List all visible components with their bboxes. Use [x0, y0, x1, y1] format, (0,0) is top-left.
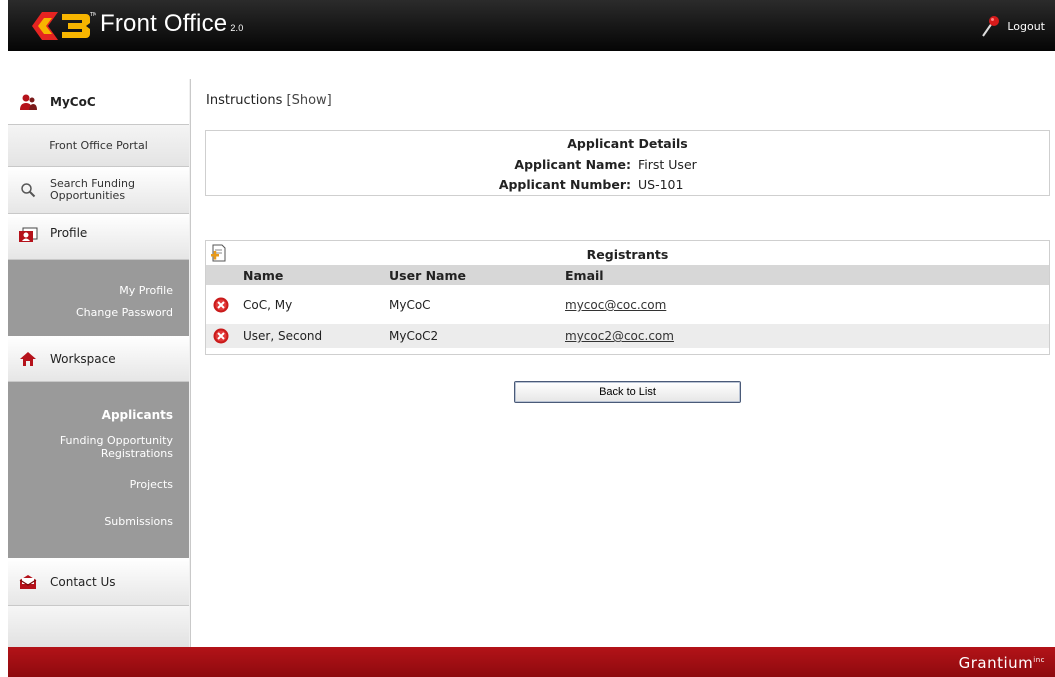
sidebar-link-applicants[interactable]: Applicants [8, 408, 189, 422]
applicant-name-label: Applicant Name: [514, 157, 631, 172]
applicant-details-title: Applicant Details [567, 136, 688, 151]
column-header-name[interactable]: Name [243, 268, 283, 283]
home-icon [18, 349, 38, 369]
grantium-logo: Grantiuminc [958, 654, 1045, 672]
sidebar-item-label: Profile [50, 226, 88, 240]
instructions-bar: Instructions [Show] [206, 93, 332, 108]
delete-icon[interactable] [213, 328, 229, 344]
sidebar-item-label: Search Funding Opportunities [50, 177, 135, 202]
g3-logo-icon: TM [32, 12, 96, 40]
users-icon [18, 92, 38, 112]
sidebar: MyCoC Front Office Portal Search Funding… [8, 79, 191, 647]
sidebar-item-mycoc[interactable]: MyCoC [8, 79, 189, 125]
table-row: CoC, My MyCoC mycoc@coc.com [206, 293, 1049, 317]
sidebar-link-projects[interactable]: Projects [8, 478, 189, 491]
column-header-username[interactable]: User Name [389, 268, 466, 283]
sidebar-item-workspace[interactable]: Workspace [8, 336, 189, 382]
logout-link[interactable]: Logout [979, 14, 1045, 38]
table-row: User, Second MyCoC2 mycoc2@coc.com [206, 324, 1049, 348]
delete-icon[interactable] [213, 297, 229, 313]
search-icon [18, 180, 38, 200]
workspace-submenu: Applicants Funding Opportunity Registrati… [8, 382, 189, 558]
logout-pin-icon [982, 16, 1000, 37]
logout-label: Logout [1007, 19, 1045, 33]
sidebar-item-search-funding[interactable]: Search Funding Opportunities [8, 167, 189, 214]
sidebar-link-my-profile[interactable]: My Profile [8, 284, 189, 297]
registrants-panel: Registrants Name User Name Email CoC, My… [205, 240, 1050, 355]
sidebar-link-submissions[interactable]: Submissions [8, 515, 189, 528]
profile-submenu: My Profile Change Password [8, 260, 189, 336]
sidebar-item-label: Workspace [50, 351, 116, 366]
cell-email-link[interactable]: mycoc2@coc.com [565, 329, 674, 343]
header-spacer [8, 51, 1055, 79]
sidebar-item-contact-us[interactable]: Contact Us [8, 558, 189, 606]
footer-bar: Grantiuminc [8, 647, 1055, 677]
registrants-table-header: Name User Name Email [206, 265, 1049, 285]
instructions-label: Instructions [206, 93, 283, 108]
sidebar-item-profile[interactable]: Profile [8, 214, 189, 260]
sidebar-item-label: Front Office Portal [49, 139, 148, 152]
sidebar-item-label: Contact Us [50, 574, 116, 589]
column-header-email[interactable]: Email [565, 268, 604, 283]
app-version: 2.0 [230, 23, 244, 33]
envelope-icon [18, 572, 38, 592]
instructions-show-toggle[interactable]: [Show] [287, 93, 332, 108]
cell-username: MyCoC [389, 298, 431, 312]
back-to-list-button[interactable]: Back to List [514, 381, 741, 403]
profile-card-icon [18, 226, 38, 246]
cell-email-link[interactable]: mycoc@coc.com [565, 298, 666, 312]
applicant-number-label: Applicant Number: [498, 177, 631, 192]
registrants-title: Registrants [586, 247, 669, 262]
sidebar-item-label: MyCoC [50, 94, 96, 109]
top-header: TM Front Office 2.0 Logout [8, 0, 1055, 51]
sidebar-item-front-office-portal[interactable]: Front Office Portal [8, 125, 189, 167]
sidebar-link-funding-registrations[interactable]: Funding Opportunity Registrations [8, 434, 189, 460]
cell-name: User, Second [243, 329, 323, 343]
sidebar-link-change-password[interactable]: Change Password [8, 306, 189, 319]
sidebar-footer-filler [8, 606, 189, 647]
app-title: Front Office 2.0 [100, 10, 244, 37]
svg-text:TM: TM [89, 12, 96, 18]
applicant-number-value: US-101 [638, 177, 684, 192]
cell-username: MyCoC2 [389, 329, 439, 343]
applicant-details-panel: Applicant Details Applicant Name: First … [205, 130, 1050, 196]
applicant-name-value: First User [638, 157, 697, 172]
cell-name: CoC, My [243, 298, 293, 312]
